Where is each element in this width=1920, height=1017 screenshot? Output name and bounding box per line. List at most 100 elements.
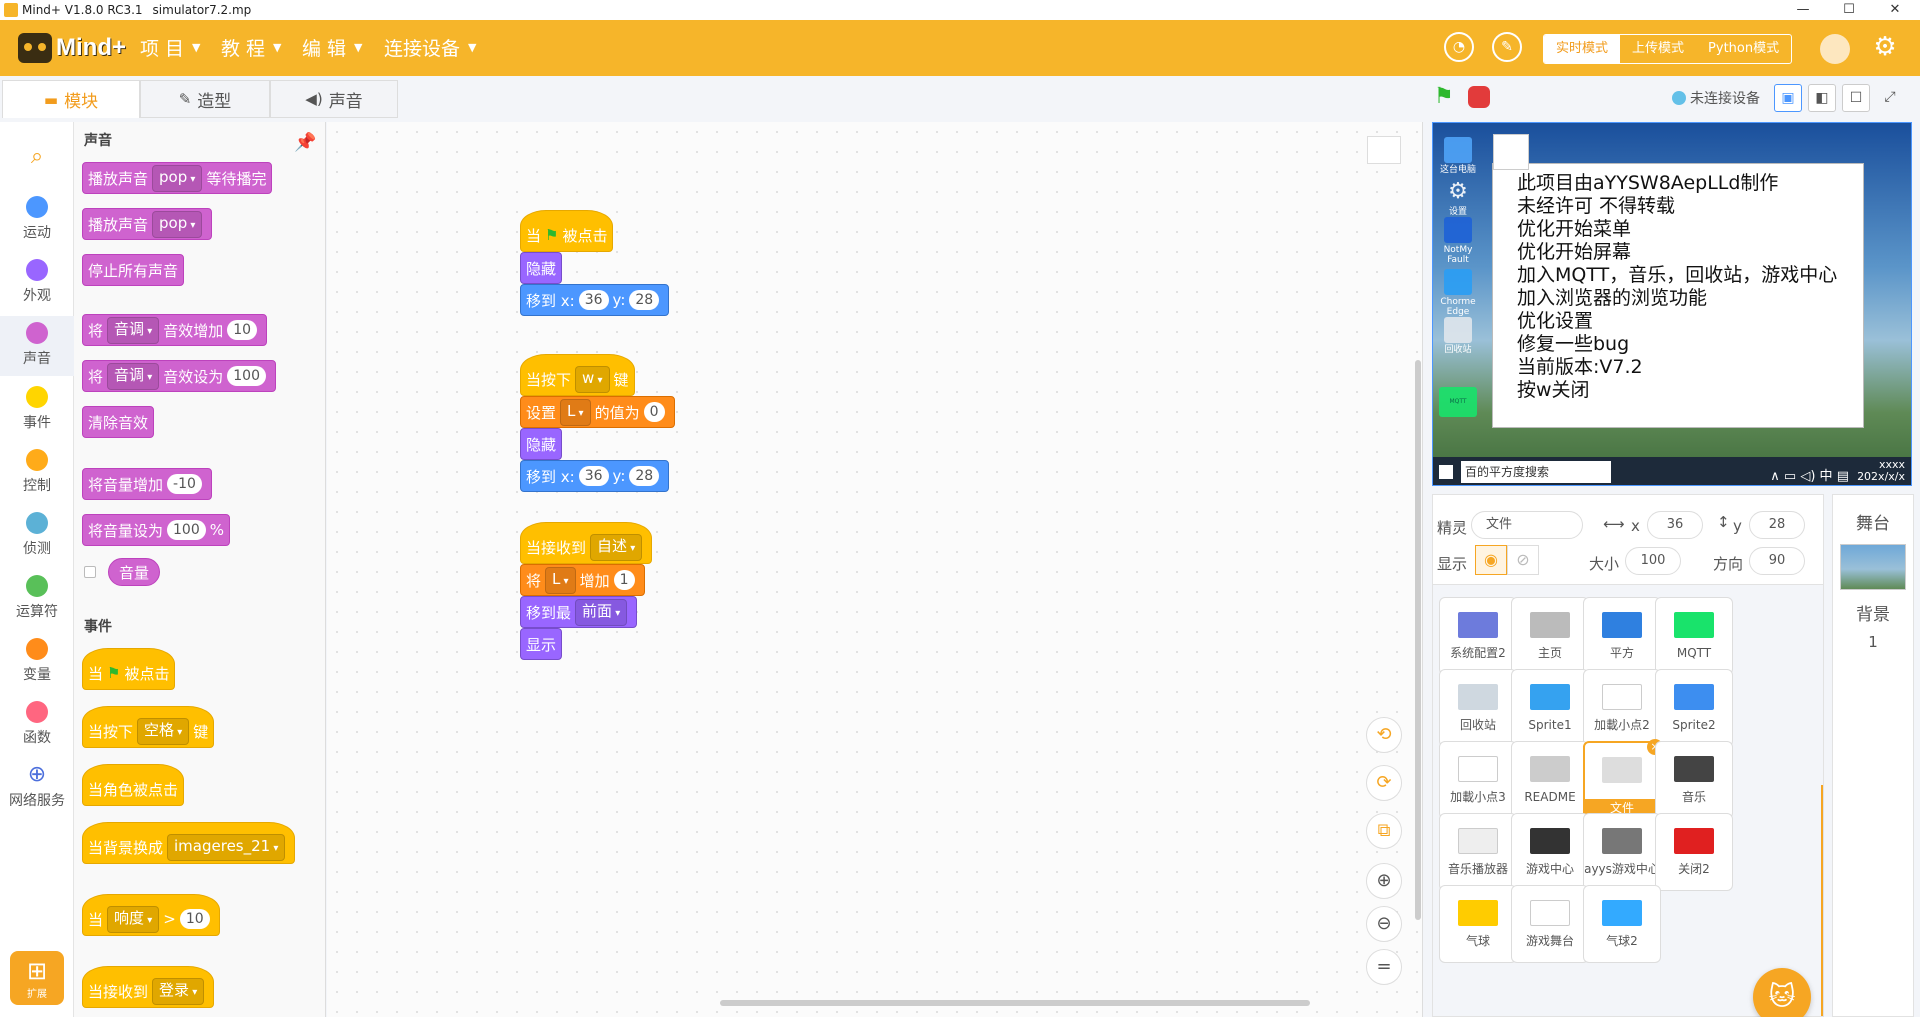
category-sound[interactable]: 声音 — [0, 316, 74, 376]
sprite-tile[interactable]: 主页 — [1511, 597, 1589, 675]
horizontal-scrollbar[interactable] — [720, 1000, 1310, 1006]
volume-checkbox[interactable] — [84, 566, 96, 578]
number-input[interactable]: -10 — [167, 474, 202, 494]
script2-when-key-pressed[interactable]: 当按下 w 键 — [520, 354, 635, 396]
stop-icon[interactable] — [1468, 86, 1490, 108]
block-stop-all-sounds[interactable]: 停止所有声音 — [82, 254, 185, 286]
normal-stage-icon[interactable]: ◧ — [1808, 84, 1836, 112]
backdrop-dropdown[interactable]: imageres_21 — [167, 833, 286, 861]
sound-dropdown[interactable]: pop — [152, 164, 203, 192]
fullscreen-icon[interactable]: ⤢ — [1876, 84, 1904, 112]
add-sprite-cat-icon[interactable]: 🐱 — [1753, 968, 1811, 1017]
sprite-tile[interactable]: 气球 — [1439, 885, 1517, 963]
x-input[interactable]: 36 — [578, 466, 609, 486]
block-change-volume[interactable]: 将音量增加 -10 — [82, 468, 212, 500]
script-area[interactable]: 当 ⚑ 被点击 隐藏 移到 x: 36 y: 28 当按下 w 键 设置 L 的… — [327, 122, 1423, 1017]
device-status[interactable]: 未连接设备 — [1672, 88, 1760, 108]
green-flag-icon[interactable]: ⚑ — [1434, 84, 1460, 109]
block-when-loudness[interactable]: 当 响度 > 10 — [82, 894, 220, 936]
variable-dropdown[interactable]: L — [560, 398, 591, 426]
settings-gear-icon[interactable]: ⚙ — [1870, 32, 1900, 62]
number-input[interactable]: 10 — [179, 909, 210, 929]
category-control[interactable]: 控制 — [0, 449, 74, 495]
script3-show[interactable]: 显示 — [520, 628, 563, 660]
pin-icon[interactable]: 📌 — [294, 132, 316, 153]
category-looks[interactable]: 外观 — [0, 259, 74, 305]
block-when-receive[interactable]: 当接收到 登录 — [82, 966, 215, 1008]
category-motion[interactable]: 运动 — [0, 196, 74, 242]
sprite-tile[interactable]: 游戏舞台 — [1511, 885, 1589, 963]
desktop-icon[interactable]: ⚙ 设置 — [1437, 179, 1479, 217]
tab-blocks[interactable]: ▬ 模块 — [2, 80, 140, 118]
sprite-tile[interactable]: Sprite2 — [1655, 669, 1733, 747]
block-when-flag-clicked[interactable]: 当 ⚑ 被点击 — [82, 648, 176, 690]
zoom-out-icon[interactable]: ⊖ — [1366, 906, 1402, 942]
x-input[interactable]: 36 — [1647, 511, 1703, 539]
menu-tutorial[interactable]: 教 程 ▼ — [221, 34, 282, 61]
desktop-icon[interactable]: Chorme Edge — [1437, 269, 1479, 317]
script3-change-variable[interactable]: 将 L 增加 1 — [520, 564, 645, 596]
sprite-tile[interactable]: 加載小点2 — [1583, 669, 1661, 747]
script-minimap[interactable] — [1367, 136, 1401, 164]
zoom-reset-icon[interactable]: = — [1366, 949, 1402, 985]
direction-input[interactable]: 90 — [1749, 547, 1805, 575]
script1-when-flag-clicked[interactable]: 当 ⚑ 被点击 — [520, 210, 614, 252]
edit-icon[interactable]: ✎ — [1492, 32, 1522, 62]
block-clear-effects[interactable]: 清除音效 — [82, 406, 155, 438]
crop-icon[interactable]: ⧉ — [1366, 813, 1402, 849]
desktop-icon[interactable]: 回收站 — [1437, 317, 1479, 355]
block-set-volume[interactable]: 将音量设为 100 % — [82, 514, 231, 546]
realtime-mode-button[interactable]: 实时模式 — [1544, 35, 1621, 63]
undo-icon[interactable]: ⟲ — [1366, 717, 1402, 753]
script2-hide[interactable]: 隐藏 — [520, 428, 563, 460]
redo-icon[interactable]: ⟳ — [1366, 765, 1402, 801]
vertical-scrollbar[interactable] — [1415, 360, 1421, 920]
sprite-tile[interactable]: 文件× — [1583, 739, 1663, 819]
block-play-sound[interactable]: 播放声音 pop — [82, 208, 213, 240]
notice-window[interactable]: 此项目由aYYSW8AepLLd制作 未经许可 不得转载 优化开始菜单 优化开始… — [1492, 134, 1864, 428]
category-sensing[interactable]: 侦测 — [0, 512, 74, 558]
tab-costumes[interactable]: ✎ 造型 — [140, 80, 270, 118]
sprite-tile[interactable]: 音乐 — [1655, 741, 1733, 819]
maximize-button[interactable]: ☐ — [1826, 0, 1872, 20]
desktop-icon[interactable]: 这台电脑 — [1437, 137, 1479, 175]
sprite-tile[interactable]: 平方 — [1583, 597, 1661, 675]
desktop-icon[interactable]: NotMy Fault — [1437, 217, 1479, 265]
windows-start-icon[interactable] — [1439, 465, 1453, 479]
script2-set-variable[interactable]: 设置 L 的值为 0 — [520, 396, 675, 428]
sprite-tile[interactable]: ayys游戏中心 — [1583, 813, 1661, 891]
dashboard-icon[interactable]: ◔ — [1444, 32, 1474, 62]
sprite-list-scrollbar[interactable] — [1821, 785, 1823, 1016]
desktop-icon[interactable]: MQTT — [1437, 387, 1479, 419]
sprite-tile[interactable]: 气球2 — [1583, 885, 1661, 963]
block-when-key-pressed[interactable]: 当按下 空格 键 — [82, 706, 215, 748]
category-network[interactable]: ⊕ 网络服务 — [0, 764, 74, 810]
sprite-tile[interactable]: 游戏中心 — [1511, 813, 1589, 891]
menu-connect-device[interactable]: 连接设备 ▼ — [384, 34, 476, 61]
sprite-tile[interactable]: README — [1511, 741, 1589, 819]
key-dropdown[interactable]: 空格 — [137, 717, 190, 745]
category-functions[interactable]: 函数 — [0, 701, 74, 747]
size-input[interactable]: 100 — [1625, 547, 1681, 575]
close-window-button[interactable]: ✕ — [1872, 0, 1918, 20]
effect-dropdown[interactable]: 音调 — [107, 316, 160, 344]
y-input[interactable]: 28 — [629, 466, 660, 486]
tab-sounds[interactable]: ◀) 声音 — [270, 80, 398, 118]
sprite-tile[interactable]: 音乐播放器 — [1439, 813, 1517, 891]
backdrop-thumbnail[interactable] — [1840, 544, 1906, 590]
sprite-tile[interactable]: 回收站 — [1439, 669, 1517, 747]
number-input[interactable]: 100 — [167, 520, 206, 540]
stage[interactable]: 这台电脑 ⚙ 设置 NotMy Fault Chorme Edge 回收站 MQT… — [1432, 122, 1912, 486]
category-variables[interactable]: 变量 — [0, 638, 74, 684]
minimize-button[interactable]: — — [1780, 0, 1826, 20]
script2-goto-xy[interactable]: 移到 x: 36 y: 28 — [520, 460, 670, 492]
sprite-tile[interactable]: Sprite1 — [1511, 669, 1589, 747]
sprite-tile[interactable]: 系统配置2 — [1439, 597, 1517, 675]
script3-go-to-front[interactable]: 移到最 前面 — [520, 596, 638, 628]
block-change-effect[interactable]: 将 音调 音效增加 10 — [82, 314, 268, 346]
variable-dropdown[interactable]: L — [545, 566, 576, 594]
block-volume-reporter[interactable]: 音量 — [108, 558, 161, 586]
show-eye-icon[interactable]: ◉ — [1475, 545, 1507, 575]
message-dropdown[interactable]: 自述 — [590, 533, 643, 561]
block-play-sound-until-done[interactable]: 播放声音 pop 等待播完 — [82, 162, 273, 194]
